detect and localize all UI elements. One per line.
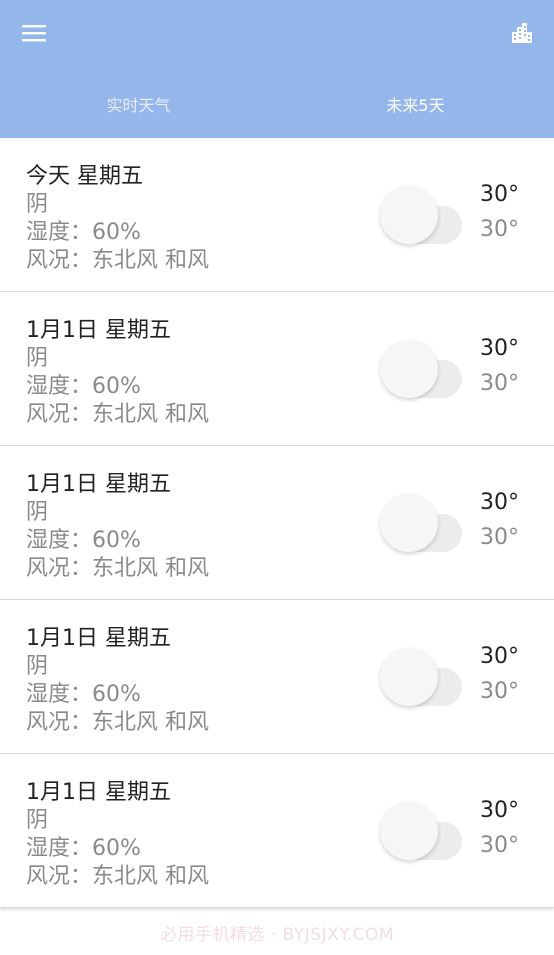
forecast-list: 今天 星期五 阴 湿度：60% 风况：东北风 和风 30° 30° 1月1日 星… [0,138,554,908]
forecast-card[interactable]: 1月1日 星期五 阴 湿度：60% 风况：东北风 和风 30° 30° [0,600,554,754]
tab-bar: 实时天气 未来5天 [0,78,554,130]
tab-label: 未来5天 [386,96,445,115]
temp-low: 30° [480,525,519,550]
wind-text: 风况：东北风 和风 [26,556,209,581]
city-button[interactable] [502,16,542,54]
wind-text: 风况：东北风 和风 [26,248,209,273]
temp-high: 30° [480,490,519,515]
temp-high: 30° [480,182,519,207]
forecast-card[interactable]: 1月1日 星期五 阴 湿度：60% 风况：东北风 和风 30° 30° [0,754,554,908]
weather-icon [380,184,464,246]
weather-icon [380,338,464,400]
weather-icon [380,646,464,708]
temp-low: 30° [480,217,519,242]
forecast-card[interactable]: 今天 星期五 阴 湿度：60% 风况：东北风 和风 30° 30° [0,138,554,292]
forecast-card[interactable]: 1月1日 星期五 阴 湿度：60% 风况：东北风 和风 30° 30° [0,446,554,600]
tab-five-day-forecast[interactable]: 未来5天 [277,78,554,130]
temp-high: 30° [480,336,519,361]
wind-text: 风况：东北风 和风 [26,710,209,735]
temp-high: 30° [480,798,519,823]
temp-low: 30° [480,833,519,858]
tab-current-weather[interactable]: 实时天气 [0,78,277,130]
temp-low: 30° [480,679,519,704]
wind-text: 风况：东北风 和风 [26,864,209,889]
weather-icon [380,492,464,554]
tab-label: 实时天气 [106,96,171,115]
wind-text: 风况：东北风 和风 [26,402,209,427]
app-bar: 实时天气 未来5天 [0,0,554,138]
city-icon [510,21,534,49]
temp-high: 30° [480,644,519,669]
temp-low: 30° [480,371,519,396]
forecast-card[interactable]: 1月1日 星期五 阴 湿度：60% 风况：东北风 和风 30° 30° [0,292,554,446]
menu-button[interactable] [14,16,54,54]
watermark-text: 必用手机精选 · BYJSJXY.COM [159,925,395,945]
weather-icon [380,800,464,862]
menu-icon [22,23,46,47]
